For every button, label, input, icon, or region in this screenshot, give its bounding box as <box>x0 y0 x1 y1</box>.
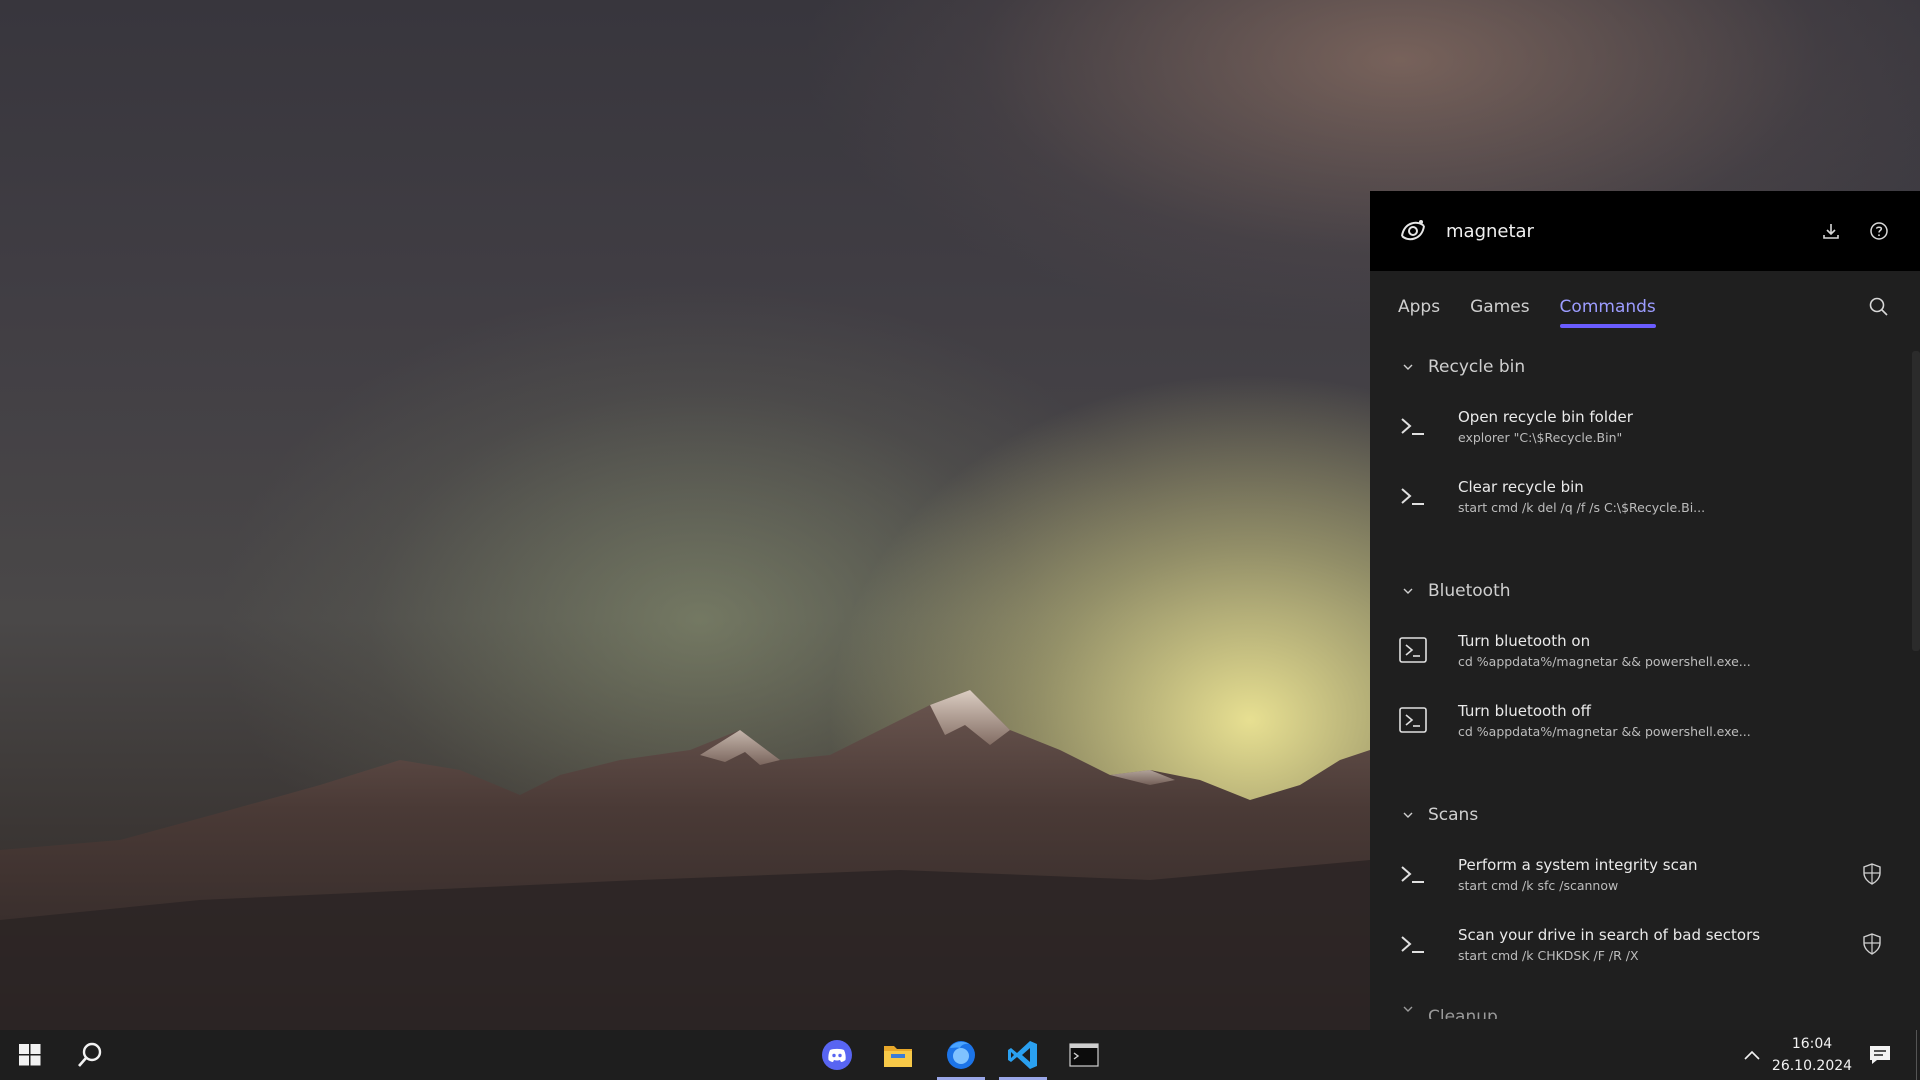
taskbar-app-vscode[interactable] <box>995 1030 1051 1080</box>
magnetar-logo-icon <box>1401 220 1425 241</box>
taskbar-clock[interactable]: 16:04 26.10.2024 <box>1770 1030 1854 1080</box>
mountains-image <box>0 690 1370 1030</box>
chevron-up-icon <box>1744 1050 1760 1060</box>
taskbar-app-terminal[interactable] <box>1056 1030 1112 1080</box>
search-icon <box>78 1042 102 1067</box>
discord-icon <box>822 1040 852 1070</box>
panel-header: magnetar <box>1370 191 1920 271</box>
group-header-bluetooth[interactable]: Bluetooth <box>1370 567 1920 615</box>
file-explorer-icon <box>884 1046 912 1067</box>
taskbar-search-button[interactable] <box>62 1030 118 1080</box>
command-title: Turn bluetooth on <box>1458 631 1591 650</box>
taskbar-app-discord[interactable] <box>809 1030 865 1080</box>
command-text: start cmd /k del /q /f /s C:\$Recycle.Bi… <box>1458 499 1706 515</box>
download-icon <box>1823 224 1839 239</box>
taskbar: 16:04 26.10.2024 <box>0 1030 1920 1080</box>
terminal-icon <box>1069 1043 1099 1067</box>
command-item-bluetooth-on[interactable]: Turn bluetooth on cd %appdata%/magnetar … <box>1370 615 1920 685</box>
app-name: magnetar <box>1446 220 1534 242</box>
cmd-prompt-icon <box>1401 488 1424 505</box>
help-button[interactable] <box>1866 218 1892 244</box>
notifications-button[interactable] <box>1852 1030 1908 1080</box>
start-button[interactable] <box>2 1030 58 1080</box>
command-text: explorer "C:\$Recycle.Bin" <box>1458 429 1623 445</box>
clock-time: 16:04 <box>1791 1036 1833 1052</box>
cmd-prompt-icon <box>1401 936 1424 953</box>
command-title: Clear recycle bin <box>1458 477 1584 496</box>
show-desktop-button[interactable] <box>1916 1030 1920 1080</box>
taskbar-app-file-explorer[interactable] <box>870 1030 926 1080</box>
group-title: Scans <box>1428 805 1479 825</box>
cmd-prompt-icon <box>1401 866 1424 883</box>
clock-date: 26.10.2024 <box>1771 1058 1853 1074</box>
tab-bar: Apps Games Commands <box>1370 271 1920 343</box>
command-item-system-integrity-scan[interactable]: Perform a system integrity scan start cm… <box>1370 839 1920 909</box>
tab-commands[interactable]: Commands <box>1559 285 1657 329</box>
notification-center-icon <box>1870 1046 1890 1064</box>
command-text: cd %appdata%/magnetar && powershell.exe.… <box>1458 723 1751 739</box>
vscode-icon <box>1008 1041 1037 1069</box>
firefox-icon <box>947 1041 975 1069</box>
magnetar-panel: magnetar Apps Games Commands Recycle bin… <box>1370 191 1920 1030</box>
help-icon <box>1870 222 1888 240</box>
tab-apps[interactable]: Apps <box>1398 285 1440 329</box>
group-header-recycle-bin[interactable]: Recycle bin <box>1370 343 1920 391</box>
download-button[interactable] <box>1818 218 1844 244</box>
command-item-open-recycle-bin[interactable]: Open recycle bin folder explorer "C:\$Re… <box>1370 391 1920 461</box>
chevron-down-icon <box>1403 812 1413 818</box>
group-title: Recycle bin <box>1428 357 1526 377</box>
admin-shield-icon <box>1863 933 1881 955</box>
tab-games[interactable]: Games <box>1470 285 1529 329</box>
command-title: Perform a system integrity scan <box>1458 855 1698 874</box>
admin-shield-icon <box>1863 863 1881 885</box>
command-text: start cmd /k CHKDSK /F /R /X <box>1458 947 1639 963</box>
group-header-scans[interactable]: Scans <box>1370 791 1920 839</box>
powershell-icon <box>1399 637 1427 663</box>
taskbar-app-firefox[interactable] <box>933 1030 989 1080</box>
group-title: Cleanup <box>1428 1007 1498 1019</box>
chevron-down-icon <box>1403 588 1413 594</box>
cmd-prompt-icon <box>1401 418 1424 435</box>
commands-list: Recycle bin Open recycle bin folder expl… <box>1370 343 1920 1030</box>
command-text: cd %appdata%/magnetar && powershell.exe.… <box>1458 653 1751 669</box>
command-title: Open recycle bin folder <box>1458 407 1633 426</box>
windows-logo-icon <box>19 1044 41 1066</box>
group-title: Bluetooth <box>1428 581 1511 601</box>
group-header-cleanup[interactable]: Cleanup <box>1370 979 1920 1019</box>
command-item-bluetooth-off[interactable]: Turn bluetooth off cd %appdata%/magnetar… <box>1370 685 1920 755</box>
command-item-clear-recycle-bin[interactable]: Clear recycle bin start cmd /k del /q /f… <box>1370 461 1920 531</box>
command-title: Turn bluetooth off <box>1458 701 1591 720</box>
search-icon[interactable] <box>1866 294 1892 320</box>
command-title: Scan your drive in search of bad sectors <box>1458 925 1761 944</box>
chevron-down-icon <box>1403 1006 1413 1012</box>
command-text: start cmd /k sfc /scannow <box>1458 877 1619 893</box>
powershell-icon <box>1399 707 1427 733</box>
chevron-down-icon <box>1403 364 1413 370</box>
command-item-bad-sectors-scan[interactable]: Scan your drive in search of bad sectors… <box>1370 909 1920 979</box>
